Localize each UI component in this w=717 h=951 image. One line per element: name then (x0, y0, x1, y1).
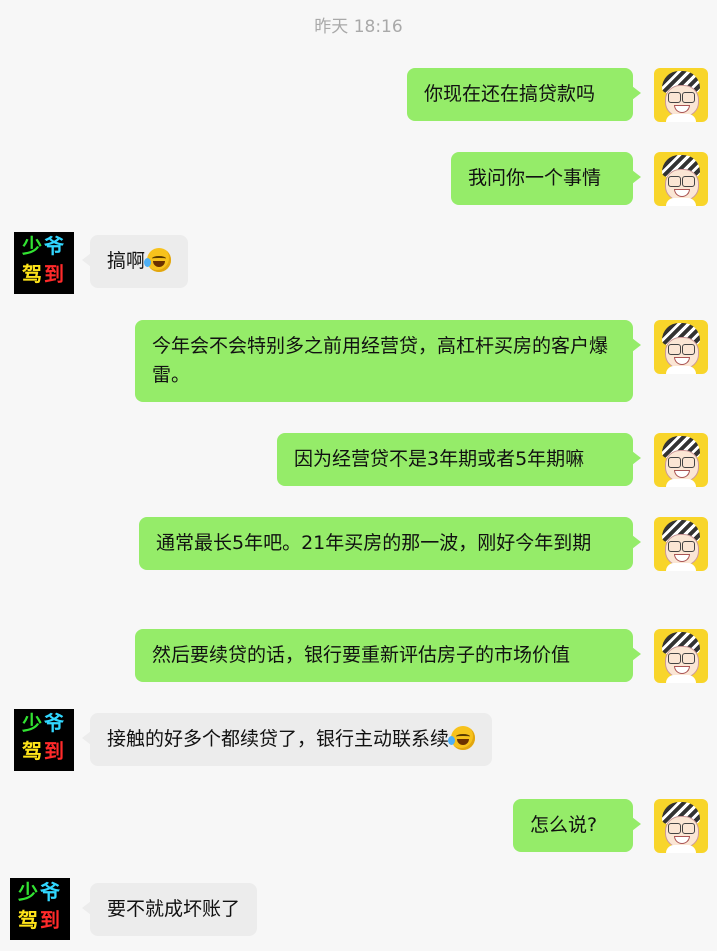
message-bubble[interactable]: 我问你一个事情 (451, 152, 641, 205)
message-text: 怎么说? (530, 814, 598, 836)
message-text: 然后要续贷的话，银行要重新评估房子的市场价值 (152, 644, 571, 666)
message-bubble[interactable]: 然后要续贷的话，银行要重新评估房子的市场价值 (135, 629, 641, 682)
message-text: 搞啊 (107, 250, 146, 272)
my-avatar[interactable] (654, 320, 708, 374)
message-bubble[interactable]: 因为经营贷不是3年期或者5年期嘛 (277, 433, 641, 486)
my-avatar[interactable] (654, 152, 708, 206)
message-text: 因为经营贷不是3年期或者5年期嘛 (294, 448, 585, 470)
message-bubble[interactable]: 怎么说? (513, 799, 641, 852)
my-avatar[interactable] (654, 517, 708, 571)
my-avatar[interactable] (654, 629, 708, 683)
message-text: 通常最长5年吧。21年买房的那一波，刚好今年到期 (156, 532, 592, 554)
message-text: 今年会不会特别多之前用经营贷，高杠杆买房的客户爆雷。 (152, 335, 609, 386)
message-bubble[interactable]: 搞啊 (81, 235, 189, 288)
message-bubble[interactable]: 你现在还在搞贷款吗 (407, 68, 641, 121)
contact-avatar[interactable]: 少爷 驾到 (14, 232, 74, 294)
my-avatar[interactable] (654, 68, 708, 122)
message-text: 你现在还在搞贷款吗 (424, 83, 596, 105)
chat-timestamp: 昨天 18:16 (314, 17, 403, 37)
message-text: 要不就成坏账了 (107, 898, 241, 920)
message-bubble[interactable]: 今年会不会特别多之前用经营贷，高杠杆买房的客户爆雷。 (135, 320, 641, 402)
my-avatar[interactable] (654, 433, 708, 487)
message-text: 接触的好多个都续贷了，银行主动联系续 (107, 728, 450, 750)
message-text: 我问你一个事情 (468, 167, 602, 189)
laugh-cry-emoji-icon (448, 726, 476, 750)
message-bubble[interactable]: 通常最长5年吧。21年买房的那一波，刚好今年到期 (139, 517, 641, 570)
my-avatar[interactable] (654, 799, 708, 853)
contact-avatar[interactable]: 少爷 驾到 (14, 709, 74, 771)
contact-avatar[interactable]: 少爷 驾到 (10, 878, 70, 940)
message-bubble[interactable]: 要不就成坏账了 (81, 883, 258, 936)
laugh-cry-emoji-icon (144, 248, 172, 272)
message-bubble[interactable]: 接触的好多个都续贷了，银行主动联系续 (81, 713, 493, 766)
